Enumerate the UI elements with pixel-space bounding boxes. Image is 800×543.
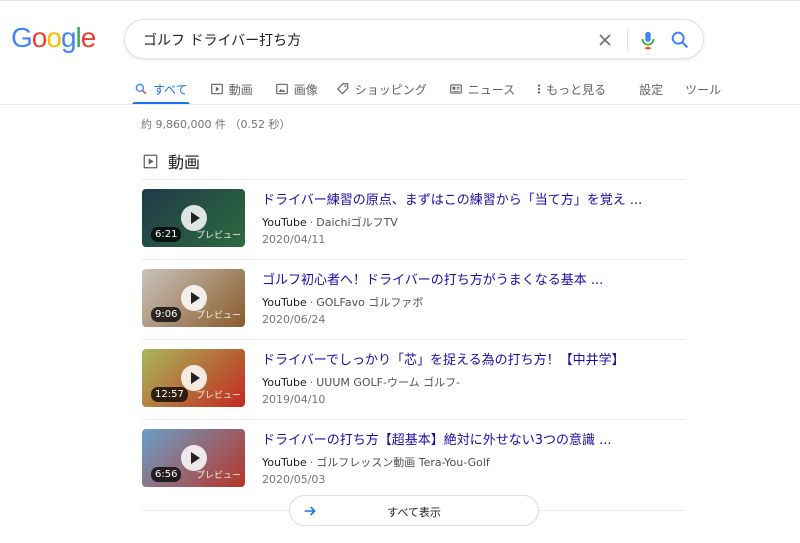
videos-section-header: 動画	[143, 149, 200, 173]
more-vert-icon	[537, 84, 541, 94]
tab-shopping[interactable]: ショッピング	[336, 74, 427, 104]
preview-label: プレビュー	[195, 311, 241, 321]
search-box	[124, 19, 704, 59]
video-thumbnail[interactable]: 9:06 プレビュー	[142, 269, 245, 327]
tab-videos[interactable]: 動画	[210, 74, 253, 104]
video-result: 9:06 プレビュー ゴルフ初心者へ！ドライバーの打ち方がうまくなる基本 ...…	[142, 259, 686, 339]
video-source: YouTube · GOLFavo ゴルファボ	[262, 294, 423, 310]
tab-label: 設定	[639, 82, 664, 97]
logo-letter: e	[80, 22, 97, 53]
tab-more[interactable]: もっと見る	[535, 74, 606, 104]
video-platform: YouTube	[262, 456, 307, 469]
search-box-divider	[627, 29, 628, 51]
video-title-link[interactable]: ドライバーでしっかり「芯」を捉える為の打ち方！【中井学】	[262, 349, 625, 368]
show-all-label: すべて表示	[387, 506, 441, 519]
tab-label: もっと見る	[546, 82, 607, 97]
preview-label: プレビュー	[195, 391, 241, 401]
image-icon	[275, 83, 288, 95]
video-channel: DaichiゴルフTV	[316, 216, 398, 229]
video-result: 12:57 プレビュー ドライバーでしっかり「芯」を捉える為の打ち方！【中井学】…	[142, 339, 686, 419]
video-channel: GOLFavo ゴルファボ	[316, 296, 424, 309]
section-title: 動画	[168, 153, 201, 172]
source-separator: ·	[309, 216, 314, 229]
search-tabs: すべて 動画 画像 ショッピング ニュース もっと見る 設定 ツール	[132, 74, 721, 105]
video-date: 2020/05/03	[262, 473, 326, 486]
result-stats: 約 9,860,000 件 （0.52 秒）	[141, 118, 291, 131]
tab-label: ツール	[685, 82, 722, 97]
google-logo[interactable]: Google	[11, 22, 97, 54]
video-channel: UUUM GOLF-ウーム ゴルフ-	[316, 376, 461, 389]
video-duration: 6:21	[151, 227, 182, 242]
video-icon	[210, 83, 223, 95]
tab-tools[interactable]: ツール	[685, 74, 721, 104]
video-channel: ゴルフレッスン動画 Tera-You-Golf	[316, 456, 490, 469]
tab-settings[interactable]: 設定	[639, 74, 663, 104]
tab-label: 画像	[293, 82, 318, 97]
tag-icon	[336, 83, 348, 95]
logo-letter: G	[11, 22, 33, 53]
video-platform: YouTube	[262, 376, 307, 389]
video-platform: YouTube	[262, 296, 307, 309]
video-icon	[143, 154, 158, 168]
source-separator: ·	[309, 296, 314, 309]
preview-label: プレビュー	[195, 231, 241, 241]
tab-label: ショッピング	[354, 82, 427, 97]
video-source: YouTube · ゴルフレッスン動画 Tera-You-Golf	[262, 454, 490, 470]
video-title-link[interactable]: ゴルフ初心者へ！ドライバーの打ち方がうまくなる基本 ...	[262, 269, 603, 288]
search-input[interactable]	[143, 29, 583, 51]
video-duration: 9:06	[151, 307, 182, 322]
video-platform: YouTube	[262, 216, 307, 229]
tab-label: 動画	[228, 82, 253, 97]
preview-label: プレビュー	[195, 471, 241, 481]
video-title-link[interactable]: ドライバー練習の原点、まずはこの練習から「当て方」を覚え ...	[262, 189, 642, 208]
video-duration: 6:56	[151, 467, 182, 482]
mic-icon[interactable]	[637, 29, 659, 51]
top-border	[0, 0, 800, 1]
video-result: 6:56 プレビュー ドライバーの打ち方【超基本】絶対に外せない3つの意識 ..…	[142, 419, 686, 499]
source-separator: ·	[309, 456, 314, 469]
video-thumbnail[interactable]: 6:56 プレビュー	[142, 429, 245, 487]
video-date: 2020/06/24	[262, 313, 326, 326]
search-icon	[135, 83, 147, 95]
news-icon	[449, 84, 462, 94]
video-result: 6:21 プレビュー ドライバー練習の原点、まずはこの練習から「当て方」を覚え …	[142, 179, 686, 259]
video-thumbnail[interactable]: 12:57 プレビュー	[142, 349, 245, 407]
logo-letter: o	[31, 22, 48, 53]
tab-images[interactable]: 画像	[275, 74, 318, 104]
show-all-button[interactable]: すべて表示	[289, 495, 539, 526]
tab-label: ニュース	[467, 82, 516, 97]
tabs-divider	[0, 104, 800, 105]
video-source: YouTube · UUUM GOLF-ウーム ゴルフ-	[262, 374, 460, 390]
video-thumbnail[interactable]: 6:21 プレビュー	[142, 189, 245, 247]
video-list: 6:21 プレビュー ドライバー練習の原点、まずはこの練習から「当て方」を覚え …	[142, 179, 686, 499]
video-duration: 12:57	[151, 387, 188, 402]
logo-letter: g	[60, 22, 77, 53]
video-date: 2019/04/10	[262, 393, 326, 406]
video-title-link[interactable]: ドライバーの打ち方【超基本】絶対に外せない3つの意識 ...	[262, 429, 612, 448]
close-icon[interactable]	[595, 30, 615, 50]
source-separator: ·	[309, 376, 314, 389]
video-date: 2020/04/11	[262, 233, 326, 246]
tab-all[interactable]: すべて	[132, 74, 190, 105]
logo-letter: o	[46, 22, 62, 53]
search-icon[interactable]	[669, 29, 691, 51]
video-source: YouTube · DaichiゴルフTV	[262, 214, 398, 230]
tab-news[interactable]: ニュース	[449, 74, 515, 104]
tab-label: すべて	[153, 82, 188, 97]
